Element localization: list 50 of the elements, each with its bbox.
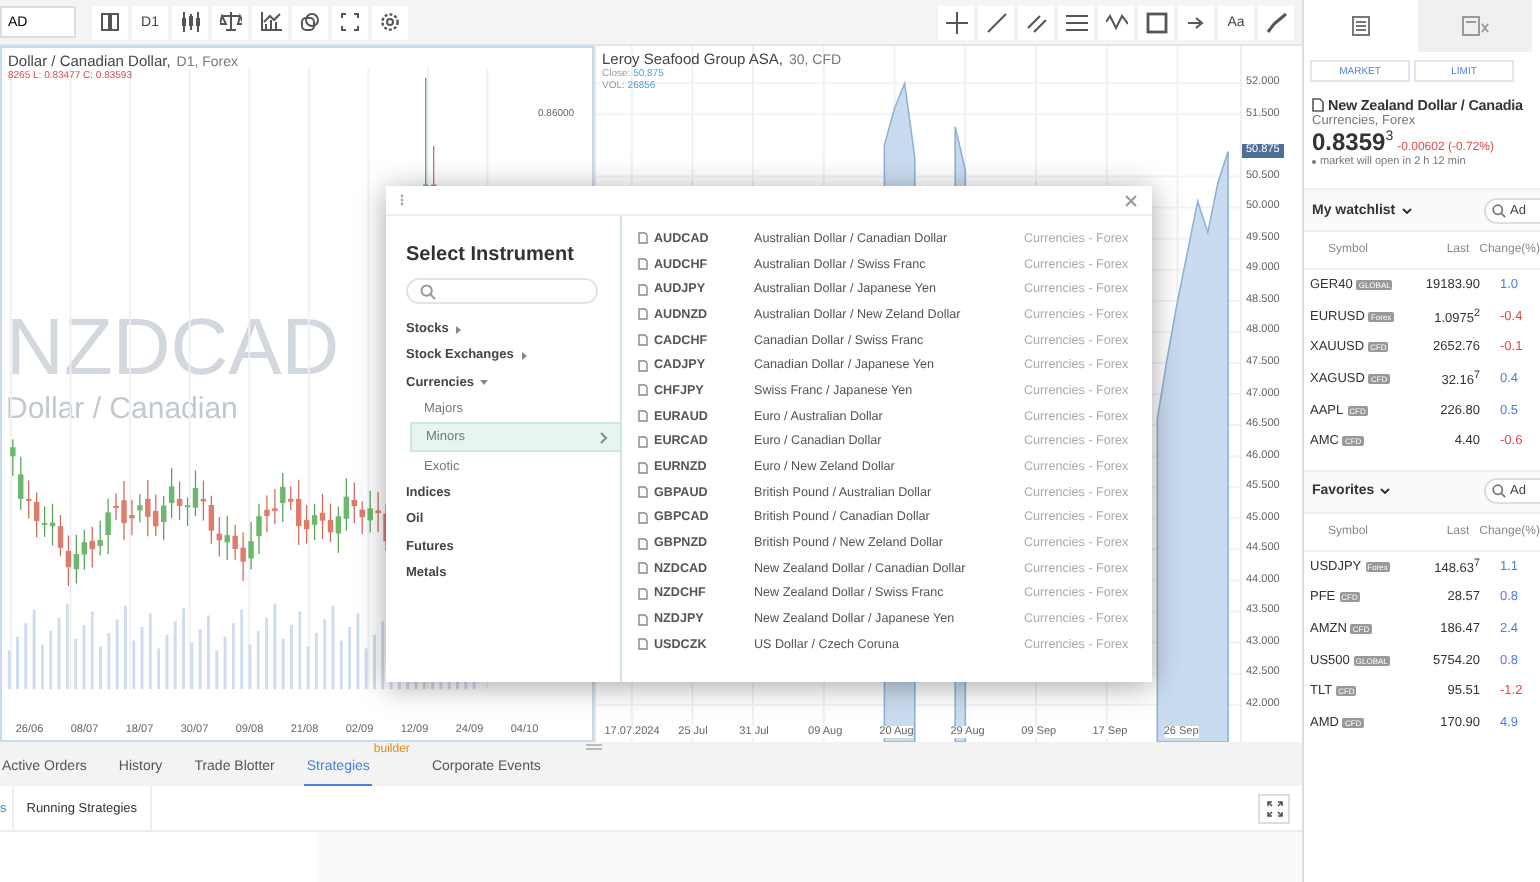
- columns-icon: [100, 12, 120, 32]
- drag-handle-icon[interactable]: [400, 194, 404, 206]
- parallel-tool-button[interactable]: [1018, 5, 1054, 39]
- parallel-icon: [1025, 11, 1047, 33]
- candles-button[interactable]: [172, 5, 208, 39]
- caret-right-icon[interactable]: [519, 351, 528, 360]
- price: 0.8359$^{3}$: [1312, 128, 1394, 156]
- resize-handle-icon[interactable]: [586, 744, 602, 750]
- crosshair-tool-button[interactable]: [938, 5, 974, 39]
- compare-button[interactable]: [212, 5, 248, 39]
- fullscreen-icon: [1265, 799, 1283, 817]
- indicators-button[interactable]: [252, 5, 288, 39]
- watermark-name: Dollar / Canadian: [6, 392, 238, 426]
- line-tool-button[interactable]: [978, 5, 1014, 39]
- levels-tool-button[interactable]: [1058, 5, 1094, 39]
- brush-icon: [1265, 11, 1287, 33]
- caret-down-icon[interactable]: [479, 378, 488, 387]
- arrow-icon: [1185, 11, 1207, 33]
- scales-icon: [219, 12, 241, 32]
- chart-icon: [259, 12, 281, 32]
- document-icon: [1312, 98, 1324, 112]
- chevron-icon: [600, 431, 608, 444]
- list-icon: [1352, 16, 1370, 36]
- settings-icon: [380, 12, 400, 32]
- shapes-icon: [300, 12, 320, 32]
- levels-icon: [1065, 11, 1087, 33]
- search-icon: [420, 283, 436, 299]
- caret-right-icon[interactable]: [454, 325, 463, 334]
- wave-icon: [1105, 11, 1127, 33]
- fullscreen-button[interactable]: [332, 5, 368, 39]
- wave-tool-button[interactable]: [1098, 5, 1134, 39]
- rectangle-icon: [1145, 11, 1167, 33]
- dialog-title: Select Instrument: [406, 244, 576, 266]
- chevron-down-icon: [1380, 488, 1391, 495]
- arrow-tool-button[interactable]: [1178, 5, 1214, 39]
- layout-button[interactable]: [92, 5, 128, 39]
- crosshair-icon: [945, 11, 967, 33]
- brush-tool-button[interactable]: [1258, 5, 1294, 39]
- line-icon: [985, 11, 1007, 33]
- expand-button[interactable]: [1258, 793, 1290, 823]
- shapes-button[interactable]: [292, 5, 328, 39]
- chevron-down-icon: [1401, 207, 1412, 213]
- search-icon: [1492, 203, 1506, 217]
- close-icon[interactable]: [1124, 193, 1138, 207]
- fullscreen-icon: [340, 12, 360, 32]
- settings-button[interactable]: [372, 5, 408, 39]
- search-icon: [1492, 484, 1506, 499]
- search-field[interactable]: [406, 278, 598, 304]
- candles-icon: [179, 12, 201, 32]
- rectangle-tool-button[interactable]: [1138, 5, 1174, 39]
